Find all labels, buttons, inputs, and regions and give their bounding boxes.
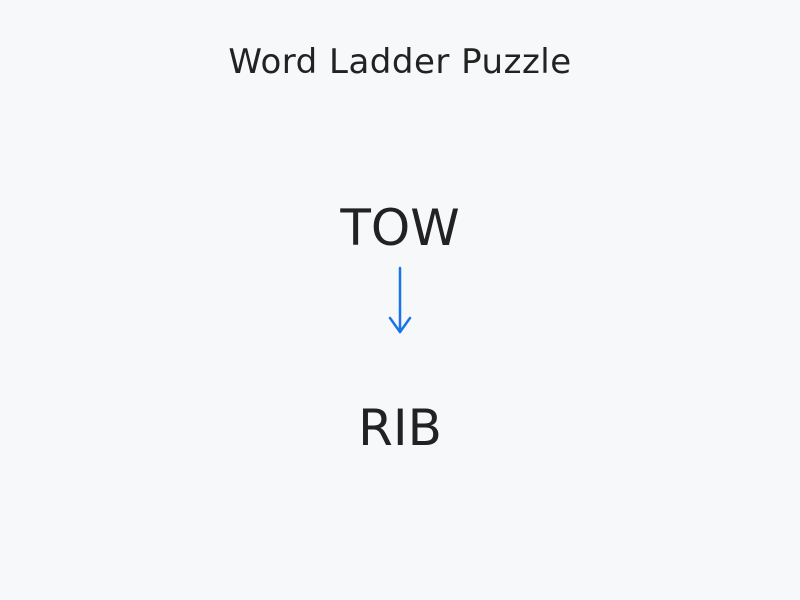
page-title: Word Ladder Puzzle [228, 42, 572, 82]
arrow-down-icon [385, 266, 415, 338]
start-word: TOW [340, 199, 460, 257]
word-ladder-screen: Word Ladder Puzzle TOW RIB [0, 0, 800, 600]
end-word: RIB [358, 399, 442, 457]
